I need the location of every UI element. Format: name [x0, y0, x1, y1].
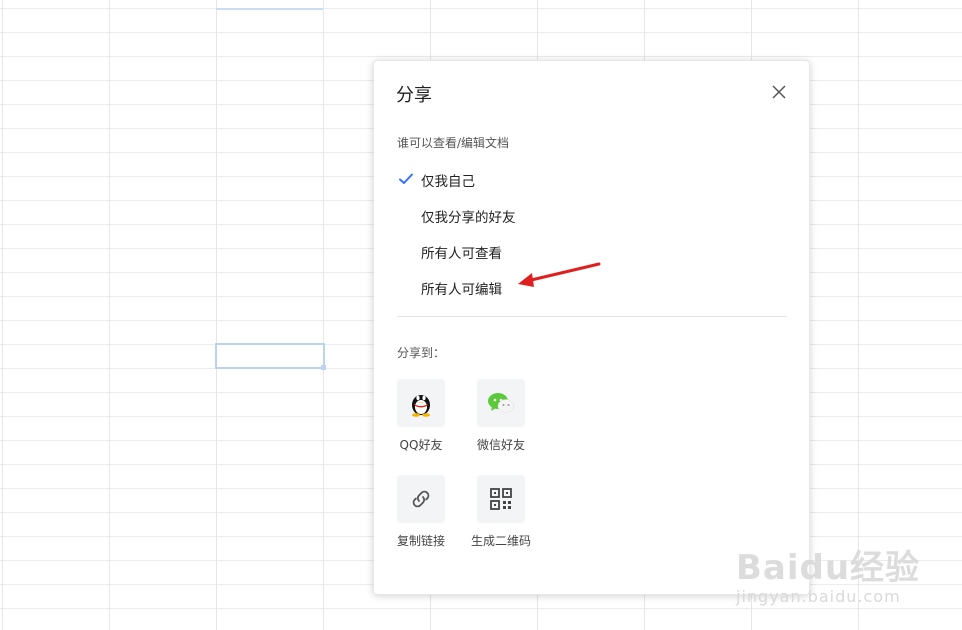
copy-link-button[interactable]: 复制链接 — [386, 475, 456, 549]
option-anyone-view[interactable]: 所有人可查看 — [421, 242, 502, 262]
wechat-icon — [488, 393, 515, 413]
link-icon — [412, 490, 430, 508]
baidu-watermark: Baidu经验 jingyan.baidu.com — [736, 540, 920, 606]
option-anyone-edit[interactable]: 所有人可编辑 — [421, 278, 502, 298]
qrcode-label: 生成二维码 — [470, 534, 531, 548]
selected-cell[interactable] — [215, 343, 325, 369]
share-qq-button[interactable]: QQ好友 — [386, 379, 456, 453]
share-dialog: 分享 谁可以查看/编辑文档 仅我自己 仅我分享的好友 所有人可查看 所有人可编辑… — [373, 60, 810, 595]
copy-link-label: 复制链接 — [396, 534, 445, 548]
share-wechat-label: 微信好友 — [476, 438, 525, 452]
option-only-me[interactable]: 仅我自己 — [421, 170, 475, 190]
fill-handle[interactable] — [321, 365, 326, 370]
divider — [397, 316, 787, 317]
red-arrow-annotation — [518, 262, 601, 287]
permission-label: 谁可以查看/编辑文档 — [397, 136, 510, 150]
check-icon — [399, 173, 413, 184]
watermark-brand: Baidu经验 — [736, 548, 921, 588]
qrcode-button[interactable]: 生成二维码 — [466, 475, 536, 549]
dialog-title: 分享 — [396, 85, 432, 106]
close-icon[interactable] — [768, 81, 790, 103]
share-to-label: 分享到： — [397, 346, 446, 360]
share-qq-label: QQ好友 — [399, 438, 443, 452]
option-shared-friends[interactable]: 仅我分享的好友 — [421, 206, 516, 226]
qrcode-icon — [490, 488, 512, 510]
qq-penguin-icon — [412, 395, 430, 417]
share-wechat-button[interactable]: 微信好友 — [466, 379, 536, 453]
watermark-url: jingyan.baidu.com — [736, 587, 901, 606]
column-selection-indicator — [216, 8, 323, 10]
